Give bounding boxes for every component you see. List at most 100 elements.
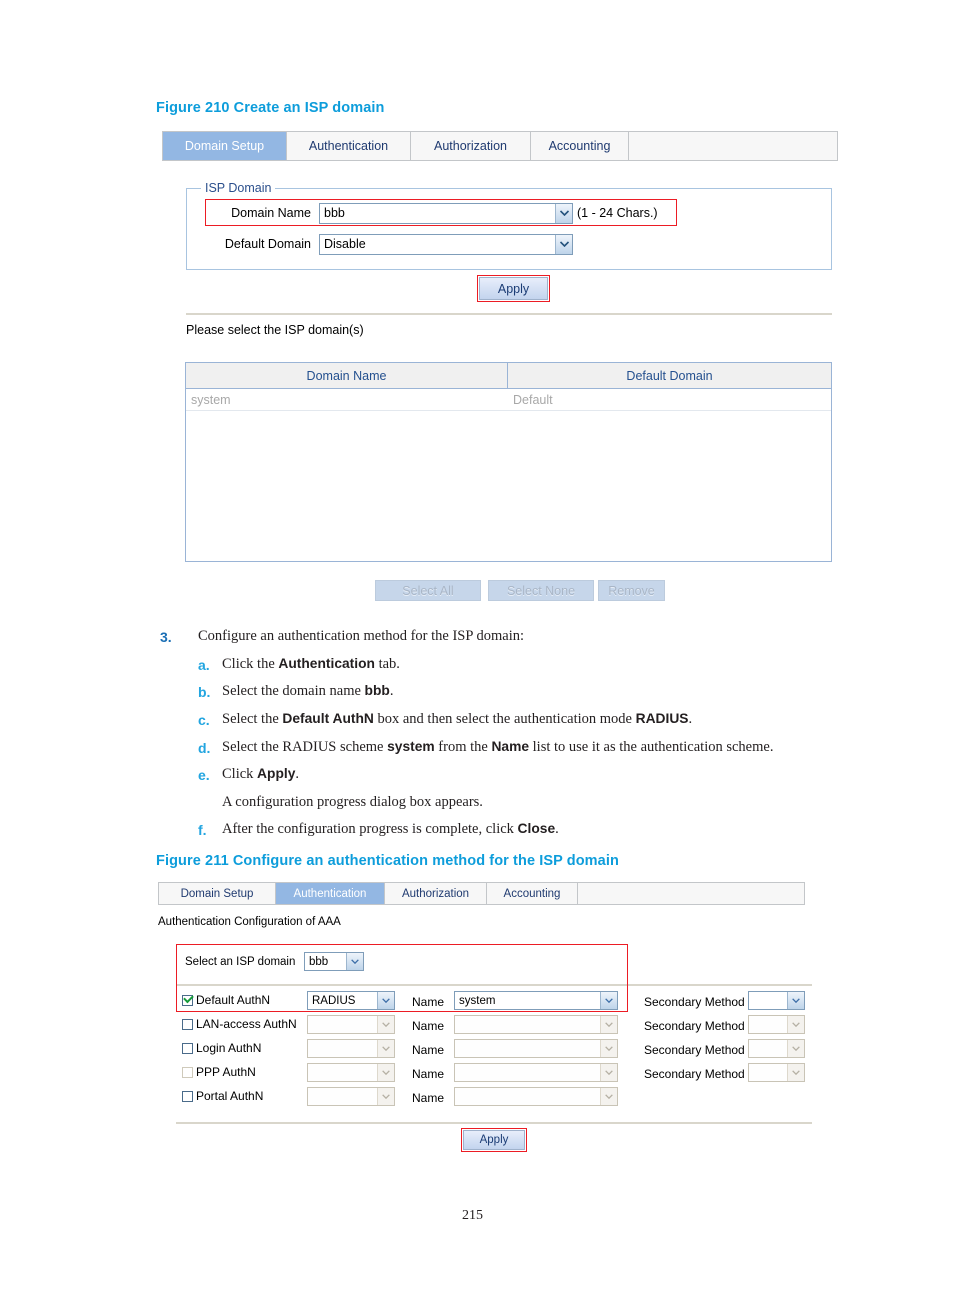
tab-accounting[interactable]: Accounting (531, 132, 629, 160)
auth-row-label: LAN-access AuthN (196, 1017, 297, 1031)
chevron-down-icon[interactable] (555, 203, 572, 223)
chevron-down-icon[interactable] (600, 1016, 617, 1033)
chevron-down-icon[interactable] (600, 992, 617, 1009)
figure-210-tabstrip: Domain Setup Authentication Authorizatio… (162, 131, 838, 161)
auth-row-portal-authn: Portal AuthN (182, 1089, 263, 1103)
secondary-method-label-2: Secondary Method (644, 1019, 745, 1033)
column-header-default-domain: Default Domain (626, 368, 713, 383)
secondary-method-label-1: Secondary Method (644, 995, 745, 1009)
tab-authorization-211[interactable]: Authorization (385, 883, 487, 904)
method-combo-login-authn[interactable] (307, 1039, 395, 1058)
chevron-down-icon[interactable] (377, 1088, 394, 1105)
secondary-combo-ppp-authn[interactable] (748, 1063, 805, 1082)
name-value (455, 1088, 600, 1105)
substep-b-letter: b. (198, 684, 211, 700)
secondary-method-label-4: Secondary Method (644, 1067, 745, 1081)
secondary-combo-lan-access-authn[interactable] (748, 1015, 805, 1034)
tab-authentication[interactable]: Authentication (287, 132, 411, 160)
name-combo-portal-authn[interactable] (454, 1087, 618, 1106)
chevron-down-icon[interactable] (377, 1016, 394, 1033)
checkbox-ppp-authn[interactable] (182, 1066, 193, 1078)
cell-domain-name: system (191, 392, 231, 407)
tab-authorization[interactable]: Authorization (411, 132, 531, 160)
method-combo-portal-authn[interactable] (307, 1087, 395, 1106)
chevron-down-icon[interactable] (787, 992, 804, 1009)
name-label-default-authn: Name (412, 995, 445, 1009)
method-combo-default-authn[interactable]: RADIUS (307, 991, 395, 1010)
isp-domain-value: bbb (309, 955, 329, 968)
substep-a-text: Click the Authentication tab. (222, 656, 400, 672)
domain-name-label: Domain Name (231, 206, 311, 220)
checkbox-login-authn[interactable] (182, 1042, 193, 1054)
apply-button-211[interactable]: Apply (463, 1130, 525, 1150)
tab-accounting-211[interactable]: Accounting (487, 883, 578, 904)
chevron-down-icon[interactable] (377, 992, 394, 1009)
name-combo-default-authn[interactable]: system (454, 991, 618, 1010)
name-combo-lan-access-authn[interactable] (454, 1015, 618, 1034)
table-row[interactable]: system Default (186, 389, 831, 411)
isp-domain-combo[interactable]: bbb (304, 952, 364, 971)
substep-a-letter: a. (198, 657, 210, 673)
method-value (308, 1016, 377, 1033)
chevron-down-icon[interactable] (600, 1064, 617, 1081)
secondary-value (749, 1064, 787, 1081)
separator-line-211-top (176, 984, 812, 986)
select-all-button[interactable]: Select All (375, 580, 481, 601)
select-isp-domain-label: Select an ISP domain (185, 955, 296, 968)
checkbox-default-authn[interactable] (182, 994, 193, 1006)
auth-row-lan-access-authn: LAN-access AuthN (182, 1017, 297, 1031)
auth-row-label: PPP AuthN (196, 1065, 256, 1079)
secondary-combo-login-authn[interactable] (748, 1039, 805, 1058)
substep-d-letter: d. (198, 740, 211, 756)
auth-row-label: Default AuthN (196, 993, 271, 1007)
chevron-down-icon[interactable] (787, 1016, 804, 1033)
method-combo-ppp-authn[interactable] (307, 1063, 395, 1082)
chevron-down-icon[interactable] (600, 1040, 617, 1057)
chevron-down-icon[interactable] (555, 234, 572, 254)
isp-domain-legend: ISP Domain (201, 181, 276, 195)
default-domain-combo[interactable]: Disable (319, 233, 573, 255)
list-prompt-210: Please select the ISP domain(s) (186, 323, 364, 337)
tab-domain-setup-211[interactable]: Domain Setup (159, 883, 276, 904)
auth-row-login-authn: Login AuthN (182, 1041, 261, 1055)
method-value (308, 1040, 377, 1057)
chevron-down-icon[interactable] (377, 1064, 394, 1081)
name-combo-ppp-authn[interactable] (454, 1063, 618, 1082)
column-header-domain-name: Domain Name (186, 363, 508, 388)
table-header-row: Domain Name Default Domain (186, 363, 831, 389)
apply-button-210[interactable]: Apply (479, 277, 548, 300)
step-3-number: 3. (160, 629, 172, 645)
tab-authentication-211[interactable]: Authentication (276, 883, 385, 904)
auth-row-label: Portal AuthN (196, 1089, 264, 1103)
name-value (455, 1040, 600, 1057)
remove-button[interactable]: Remove (598, 580, 665, 601)
step-3-text: Configure an authentication method for t… (198, 628, 525, 644)
default-domain-row: Default Domain Disable (207, 232, 607, 256)
chevron-down-icon[interactable] (346, 953, 363, 970)
chevron-down-icon[interactable] (600, 1088, 617, 1105)
chevron-down-icon[interactable] (787, 1064, 804, 1081)
select-none-button[interactable]: Select None (488, 580, 594, 601)
checkbox-portal-authn[interactable] (182, 1090, 193, 1102)
chevron-down-icon[interactable] (377, 1040, 394, 1057)
secondary-combo-default-authn[interactable] (748, 991, 805, 1010)
substep-note-text: A configuration progress dialog box appe… (222, 794, 483, 810)
method-combo-lan-access-authn[interactable] (307, 1015, 395, 1034)
figure-210-caption: Figure 210 Create an ISP domain (156, 100, 385, 116)
auth-row-label: Login AuthN (196, 1041, 262, 1055)
substep-d-text: Select the RADIUS scheme system from the… (222, 739, 774, 755)
substep-c-text: Select the Default AuthN box and then se… (222, 711, 693, 727)
substep-f-letter: f. (198, 822, 207, 838)
method-value (308, 1088, 377, 1105)
name-combo-login-authn[interactable] (454, 1039, 618, 1058)
figure-211-caption: Figure 211 Configure an authentication m… (156, 853, 619, 869)
aaa-section-title: Authentication Configuration of AAA (158, 916, 341, 928)
substep-f-text: After the configuration progress is comp… (222, 821, 559, 837)
domain-name-combo[interactable]: bbb (319, 202, 573, 224)
name-label-lan-access-authn: Name (412, 1019, 445, 1033)
name-value (455, 1064, 600, 1081)
page-number: 215 (462, 1208, 483, 1223)
checkbox-lan-access-authn[interactable] (182, 1018, 193, 1030)
chevron-down-icon[interactable] (787, 1040, 804, 1057)
tab-domain-setup[interactable]: Domain Setup (163, 132, 287, 160)
